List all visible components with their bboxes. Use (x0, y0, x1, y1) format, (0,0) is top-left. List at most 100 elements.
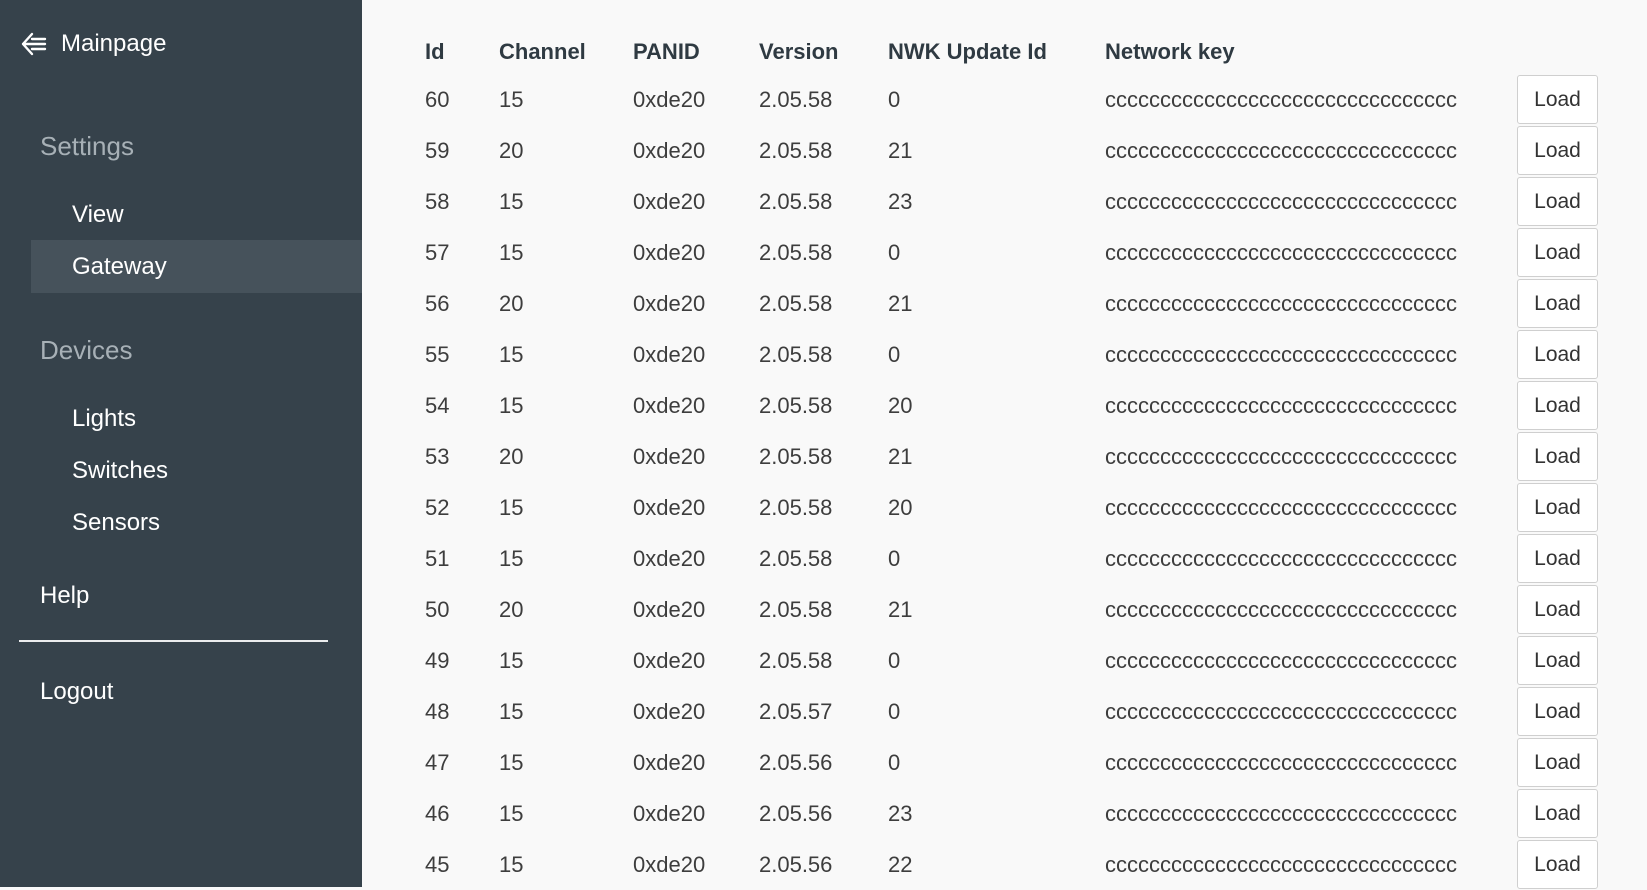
cell-id: 59 (425, 137, 450, 163)
cell-channel: 20 (499, 443, 524, 469)
cell-action: Load (1517, 788, 1599, 839)
cell-version: 2.05.58 (759, 392, 833, 418)
load-button[interactable]: Load (1517, 534, 1598, 583)
cell-channel: 15 (499, 239, 524, 265)
cell-panid: 0xde20 (633, 86, 706, 112)
back-to-mainpage-link[interactable]: Mainpage (20, 24, 166, 64)
cell-channel: 15 (499, 86, 524, 112)
column-header-network-key: Network key (1105, 39, 1235, 64)
load-button[interactable]: Load (1517, 789, 1598, 838)
sidebar-item-lights[interactable]: Lights (31, 392, 362, 445)
cell-action: Load (1517, 380, 1599, 431)
cell-version: 2.05.58 (759, 188, 833, 214)
cell-action: Load (1517, 125, 1599, 176)
sidebar-item-view[interactable]: View (31, 188, 362, 241)
cell-version: 2.05.57 (759, 698, 833, 724)
sidebar-item-sensors[interactable]: Sensors (31, 496, 362, 549)
cell-id: 55 (425, 341, 450, 367)
cell-version: 2.05.58 (759, 290, 833, 316)
cell-channel: 15 (499, 545, 524, 571)
cell-channel: 15 (499, 647, 524, 673)
cell-id: 58 (425, 188, 450, 214)
cell-network-key: cccccccccccccccccccccccccccccccc (1105, 86, 1457, 112)
sidebar-item-switches[interactable]: Switches (31, 444, 362, 497)
table-row: 46 15 0xde20 2.05.56 23 ccccccccccccccccccccc… (425, 788, 1599, 839)
cell-channel: 15 (499, 494, 524, 520)
cell-panid: 0xde20 (633, 494, 706, 520)
cell-id: 56 (425, 290, 450, 316)
cell-network-key: cccccccccccccccccccccccccccccccc (1105, 851, 1457, 877)
table-row: 49 15 0xde20 2.05.58 0 cccccccccccccccccccccc… (425, 635, 1599, 686)
cell-channel: 15 (499, 188, 524, 214)
cell-version: 2.05.58 (759, 545, 833, 571)
cell-action: Load (1517, 584, 1599, 635)
load-button[interactable]: Load (1517, 432, 1598, 481)
cell-action: Load (1517, 227, 1599, 278)
table-row: 56 20 0xde20 2.05.58 21 ccccccccccccccccccccc… (425, 278, 1599, 329)
cell-panid: 0xde20 (633, 698, 706, 724)
table-row: 52 15 0xde20 2.05.58 20 ccccccccccccccccccccc… (425, 482, 1599, 533)
cell-action: Load (1517, 431, 1599, 482)
cell-channel: 20 (499, 137, 524, 163)
cell-panid: 0xde20 (633, 290, 706, 316)
cell-nwk-update-id: 21 (888, 443, 913, 469)
cell-network-key: cccccccccccccccccccccccccccccccc (1105, 239, 1457, 265)
cell-id: 51 (425, 545, 450, 571)
cell-action: Load (1517, 737, 1599, 788)
column-header-version: Version (759, 39, 839, 64)
cell-nwk-update-id: 22 (888, 851, 913, 877)
cell-nwk-update-id: 20 (888, 494, 913, 520)
column-header-channel: Channel (499, 39, 586, 64)
cell-panid: 0xde20 (633, 749, 706, 775)
cell-panid: 0xde20 (633, 647, 706, 673)
cell-nwk-update-id: 20 (888, 392, 913, 418)
cell-version: 2.05.58 (759, 647, 833, 673)
cell-panid: 0xde20 (633, 443, 706, 469)
sidebar-item-logout[interactable]: Logout (40, 678, 113, 706)
cell-id: 45 (425, 851, 450, 877)
sidebar-item-help[interactable]: Help (40, 582, 89, 610)
load-button[interactable]: Load (1517, 636, 1598, 685)
load-button[interactable]: Load (1517, 483, 1598, 532)
load-button[interactable]: Load (1517, 279, 1598, 328)
cell-id: 46 (425, 800, 450, 826)
load-button[interactable]: Load (1517, 381, 1598, 430)
load-button[interactable]: Load (1517, 330, 1598, 379)
cell-version: 2.05.56 (759, 851, 833, 877)
cell-id: 48 (425, 698, 450, 724)
load-button[interactable]: Load (1517, 228, 1598, 277)
cell-panid: 0xde20 (633, 239, 706, 265)
cell-panid: 0xde20 (633, 851, 706, 877)
load-button[interactable]: Load (1517, 177, 1598, 226)
cell-version: 2.05.58 (759, 86, 833, 112)
cell-network-key: cccccccccccccccccccccccccccccccc (1105, 749, 1457, 775)
sidebar-item-label: Switches (72, 456, 169, 484)
cell-nwk-update-id: 21 (888, 137, 913, 163)
load-button[interactable]: Load (1517, 840, 1598, 889)
load-button[interactable]: Load (1517, 126, 1598, 175)
cell-id: 47 (425, 749, 450, 775)
sidebar-item-label: View (72, 200, 124, 228)
cell-id: 49 (425, 647, 450, 673)
table-row: 55 15 0xde20 2.05.58 0 cccccccccccccccccccccc… (425, 329, 1599, 380)
cell-action: Load (1517, 176, 1599, 227)
load-button[interactable]: Load (1517, 687, 1598, 736)
load-button[interactable]: Load (1517, 75, 1598, 124)
cell-nwk-update-id: 0 (888, 341, 901, 367)
sidebar-item-gateway[interactable]: Gateway (31, 240, 362, 293)
cell-panid: 0xde20 (633, 137, 706, 163)
cell-id: 52 (425, 494, 450, 520)
cell-action: Load (1517, 74, 1599, 125)
cell-channel: 15 (499, 749, 524, 775)
cell-action: Load (1517, 839, 1599, 890)
arrow-left-icon (20, 30, 48, 58)
table-row: 60 15 0xde20 2.05.58 0 cccccccccccccccccccccc… (425, 74, 1599, 125)
cell-channel: 15 (499, 851, 524, 877)
table-header-row: Id Channel PANID Version NWK Update Id N… (425, 30, 1599, 74)
load-button[interactable]: Load (1517, 585, 1598, 634)
sidebar-item-label: Gateway (72, 252, 167, 280)
cell-network-key: cccccccccccccccccccccccccccccccc (1105, 698, 1457, 724)
cell-action: Load (1517, 278, 1599, 329)
load-button[interactable]: Load (1517, 738, 1598, 787)
cell-network-key: cccccccccccccccccccccccccccccccc (1105, 341, 1457, 367)
